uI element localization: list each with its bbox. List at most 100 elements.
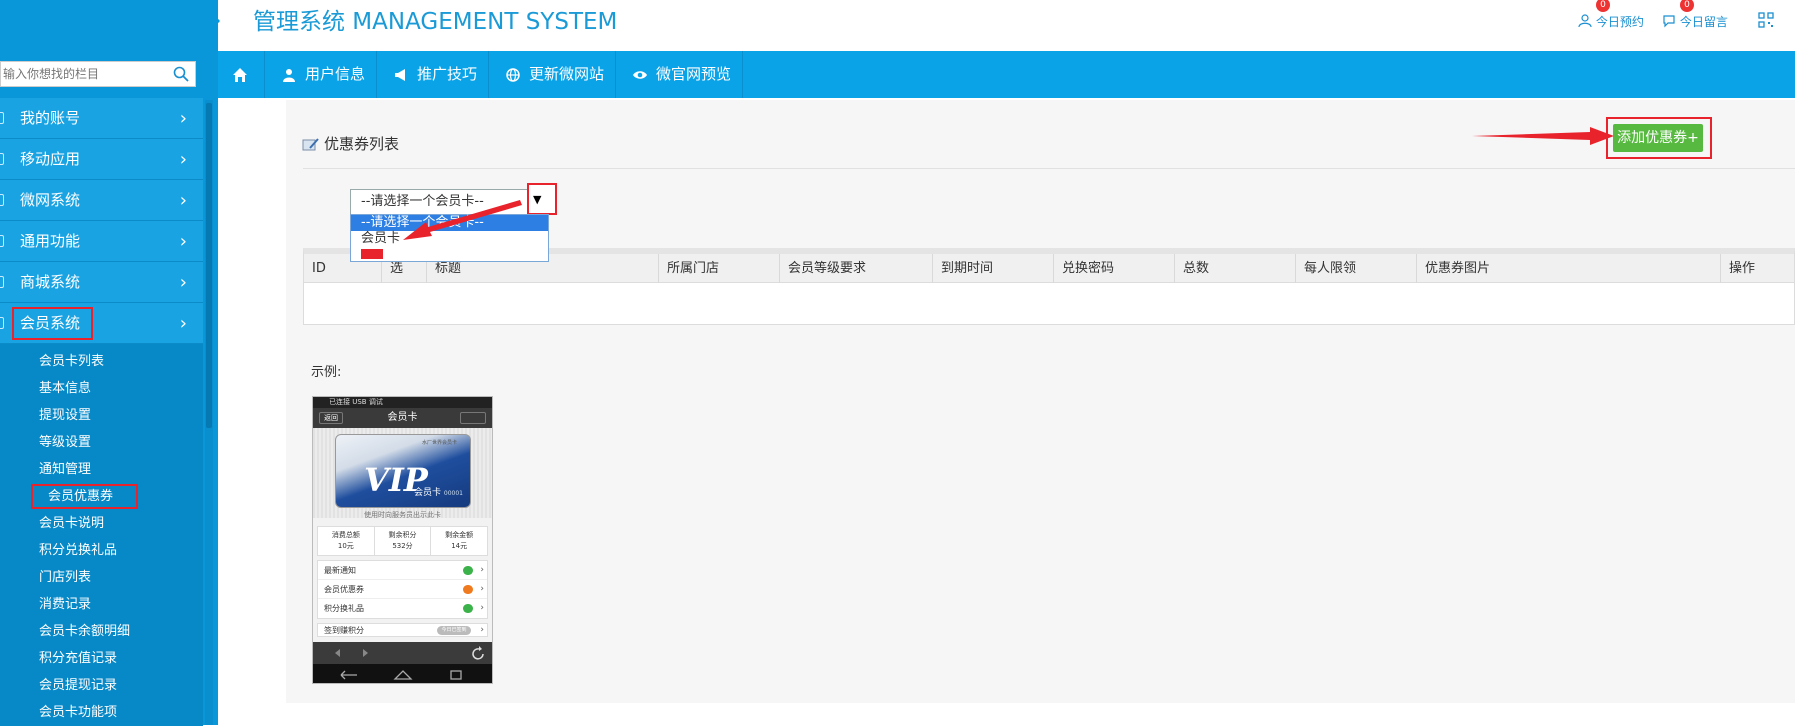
phone-title-bar: 返回 会员卡	[313, 408, 492, 428]
chevron-right-icon: ›	[179, 149, 187, 170]
sign-label: 签到赚积分	[324, 626, 364, 635]
nav-label: 更新微网站	[529, 65, 605, 83]
submenu-item[interactable]: 积分充值记录	[0, 645, 203, 672]
user-icon	[283, 69, 295, 82]
card-stats: 消费总额 10元 剩余积分 532分 剩余金额 14元	[317, 526, 488, 556]
nav-label: 微官网预览	[656, 65, 732, 83]
submenu-item-coupons[interactable]: 会员优惠券	[0, 483, 203, 510]
chevron-right-icon: ›	[179, 231, 187, 252]
status-dot	[463, 604, 473, 613]
system-nav-icons	[340, 670, 462, 680]
member-card-select[interactable]: --请选择一个会员卡--	[350, 189, 549, 215]
card-number: 00001	[443, 490, 463, 497]
select-arrow-highlight[interactable]	[527, 183, 557, 215]
chevron-right-icon: ›	[179, 190, 187, 211]
submenu-item[interactable]: 会员卡列表	[0, 348, 203, 375]
chevron-right-icon: ›	[179, 313, 187, 334]
edit-list-icon	[302, 138, 319, 151]
submenu-item[interactable]: 通知管理	[0, 456, 203, 483]
menu-label: 微网系统	[20, 191, 81, 209]
today-messages[interactable]: 今日留言	[1662, 13, 1728, 30]
menu-item-mobile-apps[interactable]: 移动应用 ›	[0, 139, 203, 180]
submenu-item[interactable]: 会员卡余额明细	[0, 618, 203, 645]
search-input[interactable]	[1, 62, 171, 86]
chevron-right-icon: ›	[179, 108, 187, 129]
chat-icon	[1663, 15, 1675, 28]
nav-promotion-tips[interactable]: 推广技巧	[377, 51, 489, 98]
chevron-right-icon: ›	[480, 565, 484, 575]
sidebar-menu: 我的账号 › 移动应用 › 微网系统 › 通用功能 › 商城系统 › 会员系统 …	[0, 98, 203, 726]
status-dot	[463, 566, 473, 575]
home-icon	[233, 68, 247, 82]
dropdown-arrow-icon[interactable]: ▼	[533, 193, 541, 206]
menu-label: 通用功能	[20, 232, 81, 250]
messages-badge: 0	[1680, 0, 1694, 12]
col-total: 总数	[1175, 254, 1296, 283]
phone-browser-bar	[313, 642, 492, 664]
browser-nav-icons	[335, 646, 484, 660]
nav-site-preview[interactable]: 微官网预览	[616, 51, 743, 98]
chevron-right-icon: ›	[179, 272, 187, 293]
card-sub: 会员卡 00001	[414, 485, 463, 498]
menu-item-member-system[interactable]: 会员系统 ›	[0, 303, 203, 344]
action-label: 今日预约	[1595, 15, 1644, 29]
member-submenu: 会员卡列表 基本信息 提现设置 等级设置 通知管理 会员优惠券 会员卡说明 积分…	[0, 344, 203, 726]
submenu-item[interactable]: 会员卡功能项	[0, 699, 203, 726]
megaphone-icon	[395, 69, 405, 81]
sidebar-notch	[208, 8, 220, 34]
stat-label: 剩余金额	[445, 531, 474, 539]
menu-item-microsite[interactable]: 微网系统 ›	[0, 180, 203, 221]
sidebar-search	[0, 61, 196, 87]
status-dot	[463, 585, 473, 594]
menu-item-common[interactable]: 通用功能 ›	[0, 221, 203, 262]
sign-in-row: 签到赚积分 今日已签到 ›	[317, 623, 488, 637]
submenu-item[interactable]: 会员卡说明	[0, 510, 203, 537]
col-limit: 每人限领	[1296, 254, 1417, 283]
menu-item-mall[interactable]: 商城系统 ›	[0, 262, 203, 303]
action-label: 今日留言	[1679, 15, 1728, 29]
page-title: 优惠券列表	[324, 135, 400, 153]
card-hint: 使用时向服务员出示此卡	[364, 511, 441, 519]
apps-icon	[0, 153, 4, 165]
globe-icon	[506, 68, 520, 82]
col-expiry: 到期时间	[933, 254, 1054, 283]
dropdown-option[interactable]: 会员卡	[351, 231, 548, 247]
phone-back-button: 返回	[319, 412, 343, 424]
stat-value: 10元	[337, 542, 354, 550]
stat-value: 532分	[392, 542, 413, 550]
sidebar-scroll-thumb[interactable]	[206, 103, 212, 428]
card-sub-label: 会员卡	[414, 488, 442, 498]
user-icon	[0, 112, 4, 124]
submenu-item[interactable]: 会员提现记录	[0, 672, 203, 699]
vip-card: 水厂世界会员卡 VIP 会员卡 00001	[335, 434, 471, 508]
phone-status-bar: 已连接 USB 调试	[313, 397, 492, 408]
submenu-item[interactable]: 提现设置	[0, 402, 203, 429]
share-icon	[460, 412, 486, 424]
top-navbar: 用户信息 推广技巧 更新微网站 微官网预览	[218, 51, 1795, 98]
submenu-item[interactable]: 消费记录	[0, 591, 203, 618]
highlight-box	[31, 484, 138, 509]
list-label: 积分换礼品	[324, 604, 364, 613]
redacted-option[interactable]	[361, 249, 383, 259]
dropdown-option[interactable]: --请选择一个会员卡--	[351, 215, 548, 231]
submenu-item[interactable]: 基本信息	[0, 375, 203, 402]
globe-icon	[0, 194, 4, 206]
submenu-item[interactable]: 积分兑换礼品	[0, 537, 203, 564]
today-appointments[interactable]: 今日预约	[1578, 13, 1644, 30]
stat: 剩余积分 532分	[375, 527, 432, 555]
search-icon[interactable]	[173, 66, 189, 82]
qrcode-icon[interactable]	[1758, 12, 1774, 28]
nav-user-info[interactable]: 用户信息	[265, 51, 377, 98]
submenu-item[interactable]: 门店列表	[0, 564, 203, 591]
stat-value: 14元	[451, 542, 468, 550]
nav-update-microsite[interactable]: 更新微网站	[489, 51, 616, 98]
chevron-right-icon: ›	[480, 584, 484, 594]
nav-home[interactable]	[218, 51, 265, 98]
card-brand: 水厂世界会员卡	[422, 440, 458, 446]
menu-item-my-account[interactable]: 我的账号 ›	[0, 98, 203, 139]
list-item: 最新通知 ›	[318, 561, 487, 580]
submenu-item[interactable]: 等级设置	[0, 429, 203, 456]
phone-menu-list: 最新通知 › 会员优惠券 › 积分换礼品 ›	[317, 560, 488, 619]
nav-label: 用户信息	[305, 65, 366, 83]
eye-icon	[633, 71, 647, 79]
